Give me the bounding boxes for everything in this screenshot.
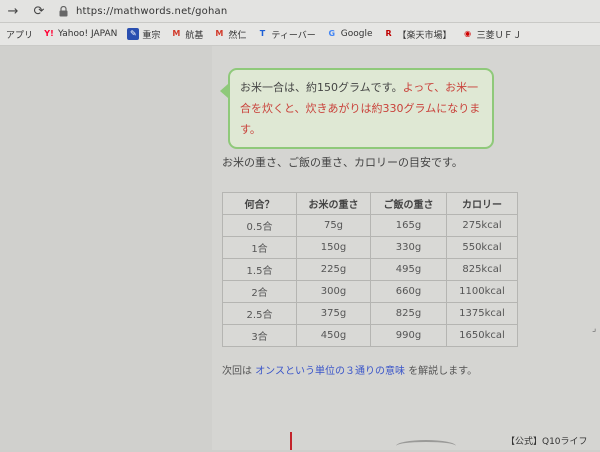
table-cell: 1合 [222, 236, 297, 259]
reload-icon[interactable]: ⟳ [26, 0, 52, 22]
bookmark-rakuten[interactable]: R 【楽天市場】 [383, 28, 452, 41]
bookmark-rakuten-label: 【楽天市場】 [397, 30, 452, 41]
bookmark-3[interactable]: M 航基 [170, 28, 203, 41]
back-icon[interactable]: → [0, 0, 26, 22]
table-cell: 990g [370, 324, 447, 347]
bookmark-2-label: 重宗 [142, 30, 161, 41]
table-row: 0.5合 75g 165g 275kcal [222, 214, 518, 237]
table-row: 3合 450g 990g 1650kcal [222, 324, 518, 347]
table-cell: 300g [296, 280, 371, 303]
table-header: お米の重さ [296, 192, 371, 215]
url-text: https://mathwords.net/gohan [76, 5, 228, 17]
article-content: お米一合は、約150グラムです。よって、お米一合を炊くと、炊きあがりは約330グ… [212, 46, 600, 450]
table-header-row: 何合？ お米の重さ ご飯の重さ カロリー [222, 192, 518, 215]
table-cell: 3合 [222, 324, 297, 347]
table-cell: 825kcal [446, 258, 518, 281]
intro-text: お米の重さ、ご飯の重さ、カロリーの目安です。 [222, 156, 463, 169]
rice-table: 何合？ お米の重さ ご飯の重さ カロリー 0.5合 75g 165g 275kc… [222, 192, 518, 347]
next-article-link[interactable]: オンスという単位の３通りの意味 [255, 366, 405, 377]
table-cell: 1100kcal [446, 280, 518, 303]
scroll-indicator-icon: ⌟ [592, 324, 597, 334]
table-cell: 1.5合 [222, 258, 297, 281]
bookmark-tver[interactable]: T ティーバー [256, 28, 316, 41]
bookmark-yahoo-label: Yahoo! JAPAN [58, 29, 118, 39]
bookmark-2[interactable]: ✎ 重宗 [127, 28, 160, 41]
table-row: 1合 150g 330g 550kcal [222, 236, 518, 259]
bubble-text-1: お米一合は、約150グラムです。 [240, 81, 403, 94]
bookmark-google-label: Google [340, 29, 373, 39]
next-prefix: 次回は [222, 366, 252, 377]
bookmark-yahoo[interactable]: Y! Yahoo! JAPAN [43, 28, 117, 40]
m-icon: M [172, 29, 181, 38]
m-icon: M [215, 29, 224, 38]
left-margin [0, 46, 212, 450]
table-cell: 0.5合 [222, 214, 297, 237]
bookmarks-bar: アプリ Y! Yahoo! JAPAN ✎ 重宗 M 航基 M 然仁 T ティー… [0, 23, 600, 46]
apps-label: アプリ [6, 30, 34, 41]
address-bar[interactable]: https://mathwords.net/gohan [56, 2, 227, 20]
ad-banner-text[interactable]: 【公式】Q10ライフ [506, 434, 588, 447]
table-cell: 275kcal [446, 214, 518, 237]
bookmark-google[interactable]: G Google [326, 28, 373, 40]
bookmark-tver-label: ティーバー [271, 30, 316, 41]
table-row: 2.5合 375g 825g 1375kcal [222, 302, 518, 325]
table-row: 2合 300g 660g 1100kcal [222, 280, 518, 303]
table-row: 1.5合 225g 495g 825kcal [222, 258, 518, 281]
bubble-tail [220, 84, 228, 98]
table-cell: 1375kcal [446, 302, 518, 325]
table-header: 何合？ [222, 192, 297, 215]
lock-icon [56, 4, 70, 18]
table-cell: 330g [370, 236, 447, 259]
table-cell: 825g [370, 302, 447, 325]
browser-toolbar: → ⟳ https://mathwords.net/gohan [0, 0, 600, 23]
table-cell: 375g [296, 302, 371, 325]
page-viewport: お米一合は、約150グラムです。よって、お米一合を炊くと、炊きあがりは約330グ… [0, 46, 600, 450]
next-suffix: を解説します。 [408, 366, 478, 377]
table-cell: 450g [296, 324, 371, 347]
tver-icon: T [259, 29, 266, 38]
bookmark-3-label: 航基 [185, 30, 204, 41]
table-cell: 1650kcal [446, 324, 518, 347]
next-article-text: 次回は オンスという単位の３通りの意味 を解説します。 [222, 362, 477, 377]
table-cell: 550kcal [446, 236, 518, 259]
speech-bubble: お米一合は、約150グラムです。よって、お米一合を炊くと、炊きあがりは約330グ… [220, 68, 494, 149]
table-cell: 2合 [222, 280, 297, 303]
bookmark-apps[interactable]: アプリ [6, 28, 33, 41]
table-cell: 150g [296, 236, 371, 259]
mufg-icon: ◉ [464, 29, 472, 38]
table-cell: 165g [370, 214, 447, 237]
table-cell: 225g [296, 258, 371, 281]
table-cell: 75g [296, 214, 371, 237]
bookmark-4[interactable]: M 然仁 [213, 28, 246, 41]
table-header: ご飯の重さ [370, 192, 447, 215]
bookmark-mufg[interactable]: ◉ 三菱ＵＦＪ [462, 28, 522, 41]
table-cell: 495g [370, 258, 447, 281]
red-divider [290, 432, 292, 450]
bookmark-4-label: 然仁 [228, 30, 247, 41]
rakuten-icon: R [385, 29, 392, 38]
google-icon: G [328, 29, 336, 38]
table-cell: 660g [370, 280, 447, 303]
table-header: カロリー [446, 192, 518, 215]
yahoo-icon: Y! [44, 29, 54, 38]
bookmark-icon: ✎ [127, 28, 140, 40]
bookmark-mufg-label: 三菱ＵＦＪ [476, 30, 522, 41]
ad-logo-icon [396, 440, 456, 452]
table-cell: 2.5合 [222, 302, 297, 325]
